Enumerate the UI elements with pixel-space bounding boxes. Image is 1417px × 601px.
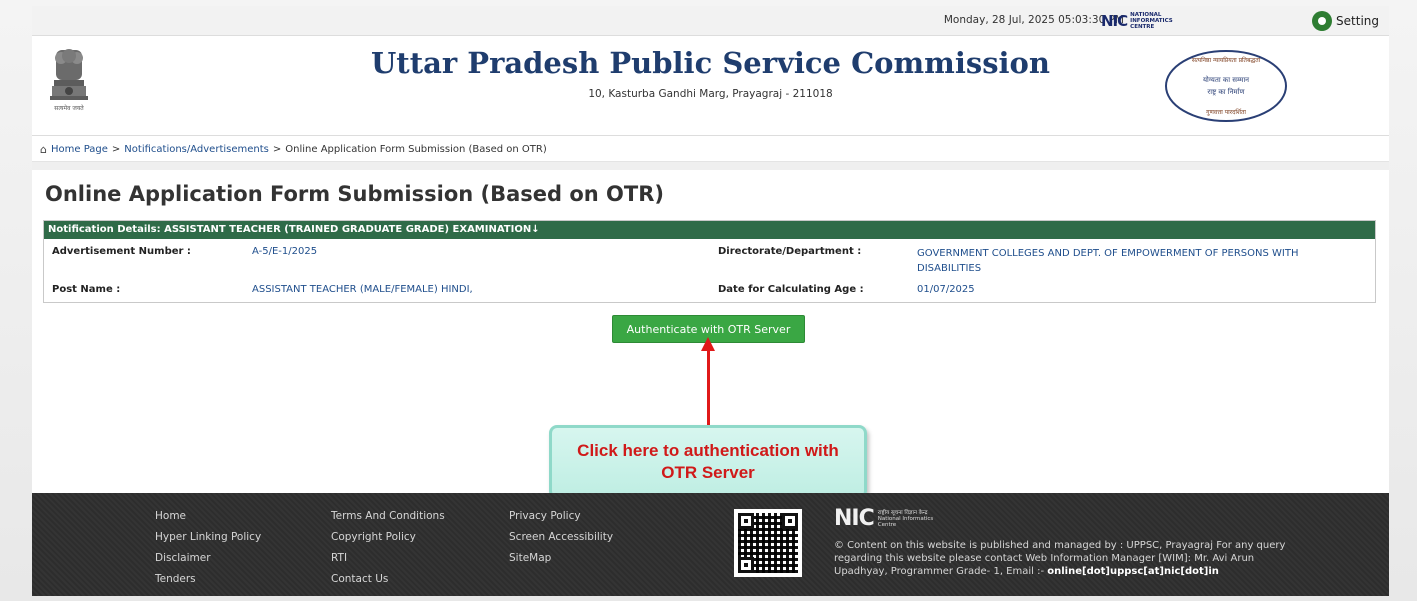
annotation-arrow-line: [707, 349, 710, 431]
section-divider: [32, 162, 1389, 170]
nic-footer-logo[interactable]: NIC राष्ट्रीय सूचना विज्ञान केन्द्र Nati…: [834, 506, 938, 531]
footer-link-sitemap[interactable]: SiteMap: [509, 551, 613, 566]
top-bar: Monday, 28 Jul, 2025 05:03:30 PM NIC NAT…: [32, 6, 1389, 36]
footer-link-hyper-linking-policy[interactable]: Hyper Linking Policy: [155, 530, 261, 545]
footer-link-privacy-policy[interactable]: Privacy Policy: [509, 509, 613, 524]
breadcrumb-separator: >: [272, 144, 282, 155]
nic-footer-logo-subtitle: राष्ट्रीय सूचना विज्ञान केन्द्र National…: [877, 509, 934, 528]
site-header: सत्यमेव जयते Uttar Pradesh Public Servic…: [32, 36, 1389, 136]
seal-line-4: गुणवत्ता पारदर्शिता: [1206, 108, 1246, 116]
home-icon: ⌂: [40, 143, 47, 156]
footer-link-copyright-policy[interactable]: Copyright Policy: [331, 530, 445, 545]
breadcrumb-separator: >: [111, 144, 121, 155]
department-value: GOVERNMENT COLLEGES AND DEPT. OF EMPOWER…: [917, 248, 1299, 274]
footer-email: online[dot]uppsc[at]nic[dot]in: [1047, 566, 1219, 577]
nic-logo[interactable]: NIC NATIONAL INFORMATICS CENTRE: [1101, 11, 1181, 31]
footer-copyright: © Content on this website is published a…: [834, 540, 1286, 577]
commission-seal-icon: सत्यनिष्ठा न्यायप्रियता प्रतिबद्धता योग्…: [1165, 50, 1287, 122]
age-date-label: Date for Calculating Age :: [718, 284, 864, 295]
nic-logo-subtitle: NATIONAL INFORMATICS CENTRE: [1130, 12, 1173, 30]
footer-link-home[interactable]: Home: [155, 509, 261, 524]
setting-button[interactable]: Setting: [1312, 11, 1379, 31]
breadcrumb-home[interactable]: Home Page: [51, 144, 108, 155]
emblem-caption: सत्यमेव जयते: [54, 104, 84, 112]
setting-label: Setting: [1336, 14, 1379, 28]
advertisement-number-label: Advertisement Number :: [52, 246, 191, 257]
footer-link-rti[interactable]: RTI: [331, 551, 445, 566]
notification-details-panel: Notification Details: ASSISTANT TEACHER …: [43, 220, 1376, 303]
breadcrumb: ⌂ Home Page > Notifications/Advertisemen…: [32, 138, 1389, 162]
post-name-value: ASSISTANT TEACHER (MALE/FEMALE) HINDI,: [252, 284, 473, 295]
nic-logo-mark: NIC: [1101, 12, 1128, 30]
seal-line-3: राष्ट्र का निर्माण: [1207, 87, 1245, 96]
site-footer: Home Hyper Linking Policy Disclaimer Ten…: [32, 493, 1389, 596]
post-name-label: Post Name :: [52, 284, 121, 295]
page-title: Online Application Form Submission (Base…: [45, 182, 664, 206]
footer-column-1: Home Hyper Linking Policy Disclaimer Ten…: [155, 509, 261, 587]
age-date-value: 01/07/2025: [917, 284, 975, 295]
department-label: Directorate/Department :: [718, 246, 862, 257]
annotation-callout: Click here to authentication with OTR Se…: [549, 425, 867, 499]
current-datetime: Monday, 28 Jul, 2025 05:03:30 PM: [943, 14, 1124, 26]
footer-link-disclaimer[interactable]: Disclaimer: [155, 551, 261, 566]
footer-link-tenders[interactable]: Tenders: [155, 572, 261, 587]
notification-heading[interactable]: Notification Details: ASSISTANT TEACHER …: [44, 221, 1375, 239]
footer-column-3: Privacy Policy Screen Accessibility Site…: [509, 509, 613, 566]
page-container: Monday, 28 Jul, 2025 05:03:30 PM NIC NAT…: [32, 6, 1389, 596]
advertisement-number-value: A-5/E-1/2025: [252, 246, 318, 257]
footer-column-2: Terms And Conditions Copyright Policy RT…: [331, 509, 445, 587]
footer-link-screen-accessibility[interactable]: Screen Accessibility: [509, 530, 613, 545]
breadcrumb-current: Online Application Form Submission (Base…: [285, 144, 547, 155]
qr-code-icon: [734, 509, 802, 577]
nic-footer-logo-mark: NIC: [834, 506, 875, 531]
footer-link-terms[interactable]: Terms And Conditions: [331, 509, 445, 524]
gear-icon: [1312, 11, 1333, 31]
seal-line-2: योग्यता का सम्मान: [1203, 75, 1249, 84]
breadcrumb-notifications[interactable]: Notifications/Advertisements: [124, 144, 269, 155]
footer-link-contact-us[interactable]: Contact Us: [331, 572, 445, 587]
seal-line-1: सत्यनिष्ठा न्यायप्रियता प्रतिबद्धता: [1192, 56, 1261, 64]
